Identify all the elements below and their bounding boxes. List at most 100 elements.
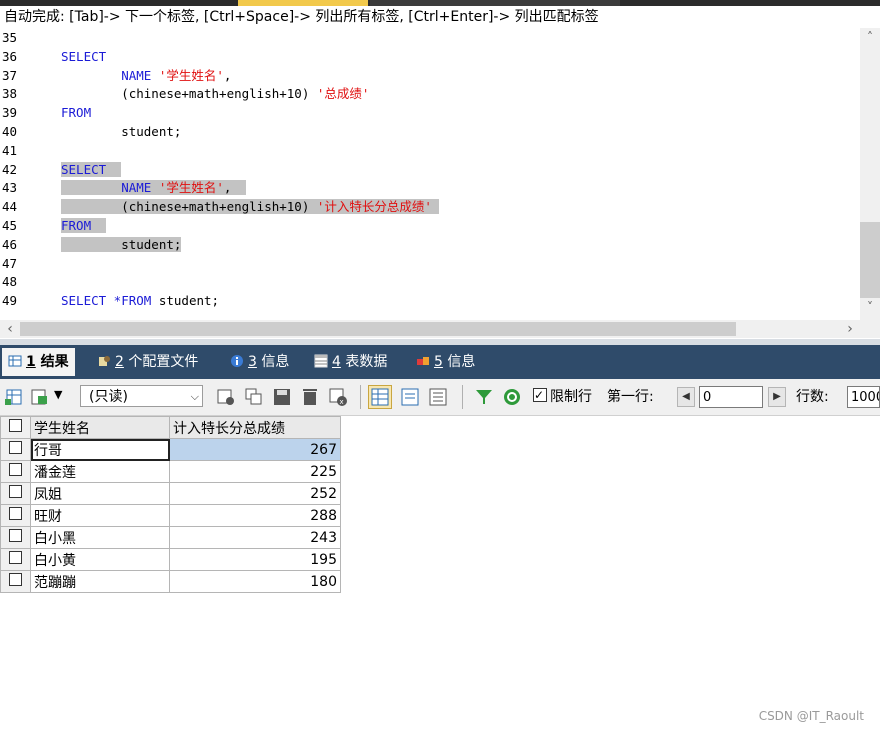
line-number: 36 <box>2 48 18 64</box>
row-checkbox[interactable] <box>0 504 31 527</box>
row-checkbox[interactable] <box>0 438 31 461</box>
row-checkbox[interactable] <box>0 482 31 505</box>
cell-student-name[interactable]: 旺财 <box>30 504 170 527</box>
line-number: 41 <box>2 142 18 158</box>
code-text: NAME '学生姓名', <box>61 66 231 85</box>
cell-student-name[interactable]: 行哥 <box>30 438 170 461</box>
editor-vertical-scrollbar[interactable]: ˄ ˅ <box>860 28 880 320</box>
cell-total-score[interactable]: 252 <box>169 482 341 505</box>
delete-icon[interactable] <box>300 387 320 407</box>
tab-info[interactable]: 3 信息 <box>230 348 289 376</box>
scroll-up-icon[interactable]: ˄ <box>860 30 880 44</box>
export-dropdown-icon[interactable]: ▼ <box>54 385 62 405</box>
editor-horizontal-scrollbar[interactable]: ‹ › <box>0 320 880 338</box>
code-text: student; <box>61 122 181 141</box>
select-all-checkbox[interactable] <box>0 416 31 439</box>
code-token: NAME <box>61 180 159 196</box>
code-token <box>91 218 107 233</box>
line-number: 47 <box>2 255 18 271</box>
table-row[interactable]: 范蹦蹦 180 <box>0 570 341 593</box>
cell-total-score[interactable]: 195 <box>169 548 341 571</box>
tab-profile[interactable]: 2 个配置文件 <box>97 348 198 376</box>
code-token: SELECT *FROM <box>61 293 159 309</box>
code-token: student; <box>61 236 182 252</box>
info-icon <box>231 355 243 367</box>
code-token: '计入特长分总成绩' <box>316 199 432 215</box>
column-header-name[interactable]: 学生姓名 <box>30 416 170 439</box>
scroll-down-icon[interactable]: ˅ <box>860 300 880 314</box>
table-row[interactable]: 凤姐 252 <box>0 482 341 505</box>
cell-student-name[interactable]: 白小黄 <box>30 548 170 571</box>
tab-results[interactable]: 1 结果 <box>2 348 75 376</box>
table-row[interactable]: 旺财 288 <box>0 504 341 527</box>
row-checkbox[interactable] <box>0 460 31 483</box>
table-row[interactable]: 白小黑 243 <box>0 526 341 549</box>
table-row[interactable]: 行哥 267 <box>0 438 341 461</box>
horizontal-scroll-thumb[interactable] <box>20 322 736 336</box>
cell-total-score[interactable]: 243 <box>169 526 341 549</box>
cell-student-name[interactable]: 潘金莲 <box>30 460 170 483</box>
rows-label: 行数: <box>796 389 829 405</box>
cell-total-score[interactable]: 288 <box>169 504 341 527</box>
code-token: FROM <box>61 218 92 233</box>
line-number: 46 <box>2 236 18 252</box>
grid-header-row: 学生姓名 计入特长分总成绩 <box>0 416 341 439</box>
cell-total-score[interactable]: 267 <box>169 438 341 461</box>
line-number: 37 <box>2 67 18 83</box>
scroll-right-icon[interactable]: › <box>840 321 860 337</box>
refresh-icon[interactable] <box>502 387 522 407</box>
filter-icon[interactable] <box>474 387 494 407</box>
form-mode-icon[interactable] <box>400 387 420 407</box>
limit-rows-checkbox[interactable]: 限制行 <box>533 385 592 407</box>
code-text: student; <box>61 235 182 254</box>
add-row-icon[interactable] <box>216 387 236 407</box>
code-token: student; <box>158 293 220 309</box>
first-row-input[interactable]: 0 <box>699 386 763 408</box>
tab-table-data[interactable]: 4 表数据 <box>314 348 387 376</box>
code-token: student; <box>61 124 182 139</box>
save-icon[interactable] <box>272 387 292 407</box>
duplicate-row-icon[interactable] <box>244 387 264 407</box>
scroll-left-icon[interactable]: ‹ <box>0 321 20 337</box>
result-mode-select[interactable]: (只读) ⌵ <box>80 385 203 407</box>
line-number: 35 <box>2 30 18 45</box>
cell-student-name[interactable]: 范蹦蹦 <box>30 570 170 593</box>
tab-info-2[interactable]: 5 信息 <box>416 348 475 376</box>
table-row[interactable]: 潘金莲 225 <box>0 460 341 483</box>
grid-view-icon[interactable] <box>4 387 24 407</box>
code-token: , <box>223 180 247 196</box>
cell-total-score[interactable]: 225 <box>169 460 341 483</box>
table-row[interactable]: 白小黄 195 <box>0 548 341 571</box>
cell-student-name[interactable]: 凤姐 <box>30 482 170 505</box>
svg-text:x: x <box>340 398 344 406</box>
column-header-score[interactable]: 计入特长分总成绩 <box>169 416 341 439</box>
code-text: (chinese+math+english+10) '总成绩' <box>61 84 369 103</box>
row-checkbox[interactable] <box>0 570 31 593</box>
code-text: SELECT <box>61 160 122 179</box>
export-icon[interactable] <box>30 387 50 407</box>
rows-count-input[interactable]: 1000 <box>847 386 880 408</box>
checkbox-checked-icon <box>533 385 547 405</box>
code-token: SELECT <box>61 48 107 64</box>
vertical-scroll-thumb[interactable] <box>860 222 880 298</box>
profile-icon <box>99 356 110 366</box>
cell-total-score[interactable]: 180 <box>169 570 341 593</box>
code-token <box>106 161 122 177</box>
text-mode-icon[interactable] <box>428 387 448 407</box>
autocomplete-hint-bar: 自动完成: [Tab]-> 下一个标签, [Ctrl+Space]-> 列出所有… <box>0 6 880 28</box>
row-checkbox[interactable] <box>0 526 31 549</box>
cell-student-name[interactable]: 白小黑 <box>30 526 170 549</box>
grid-mode-icon[interactable] <box>368 385 392 409</box>
sql-editor[interactable]: 35 36 SELECT 37 NAME '学生姓名', 38 (chinese+mat… <box>0 28 860 320</box>
line-number: 44 <box>2 199 18 215</box>
code-token: FROM <box>61 105 92 121</box>
prev-page-icon[interactable]: ◀ <box>677 387 695 407</box>
line-number: 45 <box>2 218 18 233</box>
row-checkbox[interactable] <box>0 548 31 571</box>
code-text: FROM <box>61 103 91 122</box>
next-page-icon[interactable]: ▶ <box>768 387 786 407</box>
code-text: SELECT *FROM student; <box>61 291 219 310</box>
line-number: 40 <box>2 124 18 139</box>
code-text: SELECT <box>61 47 106 66</box>
cancel-changes-icon[interactable]: x <box>328 387 348 407</box>
